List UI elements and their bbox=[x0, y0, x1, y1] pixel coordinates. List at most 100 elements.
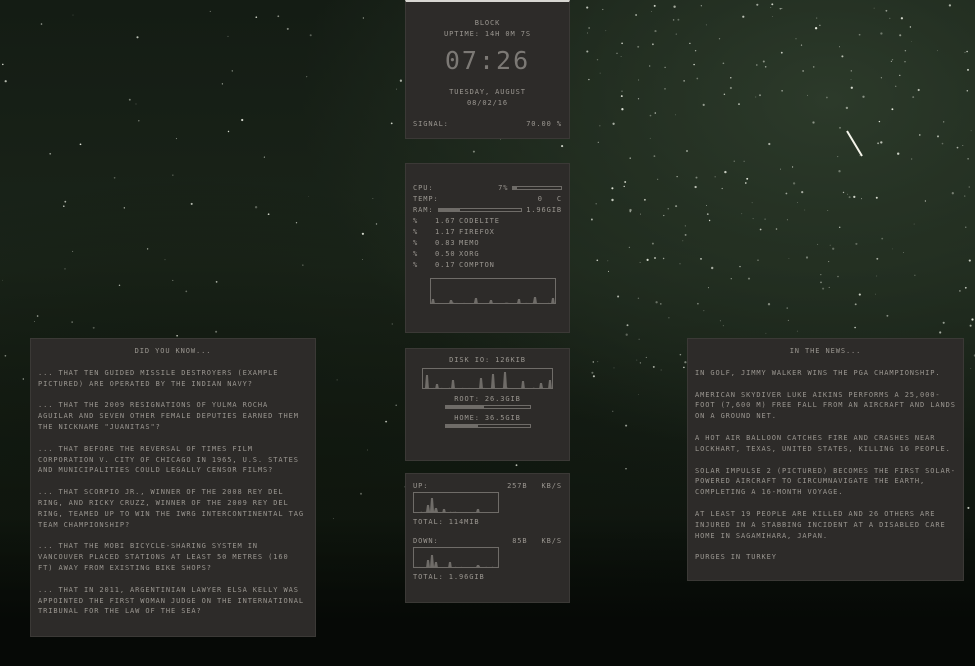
star bbox=[805, 256, 809, 259]
star bbox=[971, 318, 974, 321]
star bbox=[755, 96, 757, 98]
star bbox=[820, 281, 822, 284]
process-name: CODELITE bbox=[459, 216, 500, 225]
star bbox=[361, 232, 365, 235]
star bbox=[561, 145, 564, 148]
process-name: MEMO bbox=[459, 238, 480, 247]
star bbox=[360, 492, 362, 495]
did-you-know-item: ... THAT TEN GUIDED MISSILE DESTROYERS (… bbox=[38, 368, 279, 388]
star bbox=[639, 261, 641, 263]
star bbox=[638, 79, 640, 81]
star bbox=[267, 213, 270, 216]
star bbox=[822, 287, 825, 290]
star bbox=[646, 258, 649, 261]
star bbox=[588, 78, 590, 81]
star bbox=[855, 242, 858, 245]
news-item: SOLAR IMPULSE 2 (PICTURED) BECOMES THE F… bbox=[695, 466, 956, 497]
star bbox=[611, 198, 614, 202]
star bbox=[668, 317, 670, 319]
star bbox=[616, 52, 618, 54]
star bbox=[515, 464, 518, 467]
temp-label: TEMP: bbox=[413, 194, 439, 203]
star bbox=[968, 186, 970, 188]
star bbox=[652, 365, 655, 368]
clock-widget: BLOCK UPTIME: 14H 0M 7S 07:26 TUESDAY, A… bbox=[405, 0, 570, 139]
signal-row: SIGNAL: 70.00 % bbox=[413, 120, 562, 128]
did-you-know-item: ... THAT THE 2009 RESIGNATIONS OF YULMA … bbox=[38, 401, 299, 431]
star bbox=[625, 424, 628, 427]
star bbox=[645, 356, 647, 358]
home-label: HOME: 36.5GIB bbox=[454, 414, 521, 422]
star bbox=[785, 192, 788, 195]
star bbox=[858, 33, 861, 36]
star bbox=[899, 34, 902, 37]
star bbox=[733, 160, 735, 162]
star bbox=[912, 96, 915, 99]
process-percent-mark: % bbox=[413, 238, 419, 247]
star bbox=[800, 44, 803, 46]
star bbox=[255, 16, 258, 19]
star bbox=[969, 324, 972, 327]
disk-io-graph bbox=[422, 368, 553, 389]
star bbox=[729, 86, 732, 90]
star bbox=[845, 106, 849, 110]
star bbox=[612, 122, 615, 125]
star bbox=[596, 59, 599, 61]
star bbox=[667, 208, 669, 210]
star bbox=[853, 195, 856, 199]
activity-graph-trace bbox=[431, 297, 555, 303]
star bbox=[623, 185, 625, 188]
news-item: A HOT AIR BALLOON CATCHES FIRE AND CRASH… bbox=[695, 433, 951, 453]
in-the-news-heading: IN THE NEWS... bbox=[789, 347, 862, 355]
star bbox=[590, 218, 593, 221]
star bbox=[4, 80, 7, 83]
star bbox=[655, 301, 658, 304]
star bbox=[747, 277, 751, 280]
star bbox=[625, 333, 628, 336]
star bbox=[375, 223, 378, 225]
star bbox=[649, 114, 652, 117]
star bbox=[730, 77, 732, 79]
news-item: PURGES IN TURKEY bbox=[695, 553, 777, 562]
star bbox=[854, 326, 856, 329]
process-list: % 1.67 CODELITE% 1.17 FIREFOX% 0.83 MEMO% 0.50 X… bbox=[413, 215, 562, 270]
star bbox=[880, 32, 883, 35]
star bbox=[391, 323, 393, 325]
star bbox=[231, 70, 234, 72]
upload-label: UP: bbox=[413, 482, 429, 490]
star bbox=[628, 246, 631, 249]
star bbox=[970, 130, 972, 132]
star bbox=[306, 76, 308, 78]
root-usage-bar bbox=[445, 405, 531, 409]
star bbox=[899, 74, 901, 76]
star bbox=[941, 142, 944, 145]
star bbox=[385, 420, 388, 423]
star bbox=[880, 77, 883, 79]
star bbox=[79, 143, 82, 146]
star bbox=[721, 187, 723, 190]
star bbox=[146, 248, 149, 250]
star bbox=[586, 50, 589, 53]
star bbox=[719, 320, 721, 322]
star bbox=[875, 293, 876, 295]
activity-graph-trace bbox=[420, 498, 493, 512]
star bbox=[586, 6, 589, 9]
star bbox=[842, 191, 845, 194]
star bbox=[702, 103, 705, 106]
did-you-know-item: ... THAT BEFORE THE REVERSAL OF TIMES FI… bbox=[38, 444, 299, 475]
star bbox=[948, 4, 952, 7]
star bbox=[804, 209, 806, 211]
star bbox=[597, 141, 599, 143]
star bbox=[937, 135, 939, 138]
star bbox=[683, 80, 685, 82]
star bbox=[34, 321, 35, 322]
star bbox=[970, 368, 972, 370]
cpu-label: CPU: bbox=[413, 183, 434, 192]
star bbox=[362, 17, 365, 19]
star bbox=[362, 259, 363, 260]
star bbox=[654, 112, 657, 114]
download-graph bbox=[413, 547, 499, 568]
star bbox=[743, 160, 745, 162]
star bbox=[172, 279, 174, 281]
star bbox=[956, 146, 959, 149]
